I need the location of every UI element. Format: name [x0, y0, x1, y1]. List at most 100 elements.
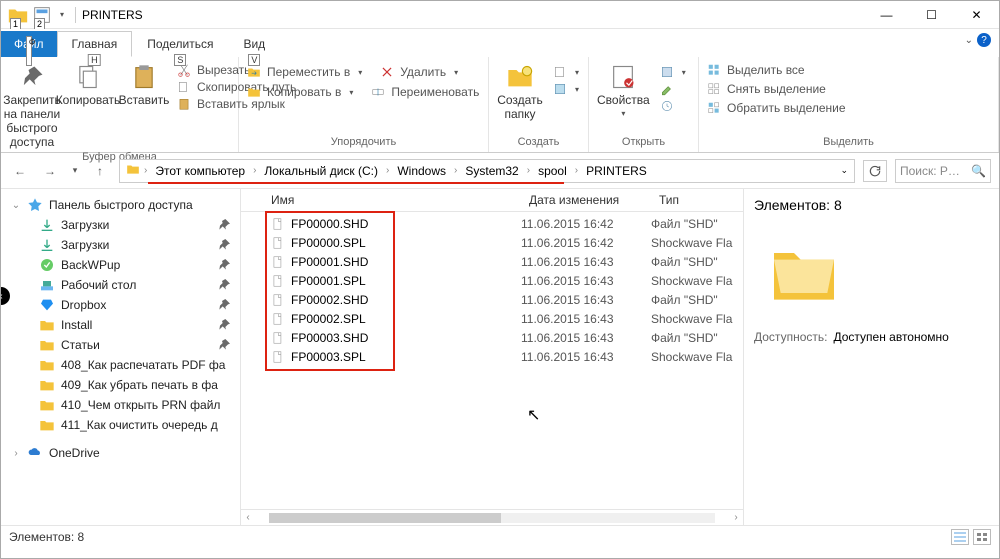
file-row[interactable]: FP00000.SHD 11.06.2015 16:42 Файл "SHD" [241, 214, 743, 233]
search-input[interactable]: Поиск: P… 🔍 [895, 159, 991, 183]
file-date: 11.06.2015 16:43 [521, 331, 651, 345]
view-details-icon[interactable] [951, 529, 969, 545]
select-all-button[interactable]: Выделить все [707, 63, 846, 77]
breadcrumb[interactable]: spool [532, 164, 573, 178]
forward-button[interactable]: → [39, 160, 61, 182]
sidebar-item[interactable]: 408_Как распечатать PDF фa [5, 355, 236, 375]
file-date: 11.06.2015 16:43 [521, 255, 651, 269]
availability-label: Доступность: [754, 330, 827, 344]
sidebar-item[interactable]: Статьи [5, 335, 236, 355]
sidebar-item-label: 408_Как распечатать PDF фa [61, 358, 225, 372]
group-organize-label: Упорядочить [247, 134, 480, 148]
back-button[interactable]: ← [9, 160, 31, 182]
horizontal-scrollbar[interactable]: ‹› [241, 509, 743, 525]
navigation-pane: ⌄ Панель быстрого доступа Загрузки Загру… [1, 189, 241, 525]
history-icon[interactable] [660, 99, 686, 113]
file-type: Shockwave Fla [651, 350, 735, 364]
maximize-button[interactable]: ☐ [909, 1, 954, 29]
cursor-icon: ↖ [527, 405, 540, 425]
sidebar-item-label: Install [61, 318, 92, 332]
breadcrumb[interactable]: System32 [459, 164, 524, 178]
details-pane: Элементов: 8 Доступность: Доступен автон… [743, 189, 999, 525]
address-bar[interactable]: › Этот компьютер› Локальный диск (C:)› W… [119, 159, 855, 183]
file-date: 11.06.2015 16:42 [521, 236, 651, 250]
recent-dropdown-icon[interactable]: ▾ [69, 160, 81, 182]
tab-home[interactable]: ГлавнаяH [57, 31, 133, 57]
sidebar-item[interactable]: Install [5, 315, 236, 335]
delete-button[interactable]: Удалить▾ [380, 65, 458, 79]
close-button[interactable]: ✕ [954, 1, 999, 29]
breadcrumb[interactable]: Windows [391, 164, 452, 178]
column-date[interactable]: Дата изменения [521, 189, 651, 211]
collapse-ribbon-icon[interactable]: ⌄ [965, 35, 973, 46]
deselect-button[interactable]: Снять выделение [707, 82, 846, 96]
sidebar-item[interactable]: 410_Чем открыть PRN файл [5, 395, 236, 415]
address-dropdown-icon[interactable]: ⌄ [840, 165, 848, 176]
column-type[interactable]: Тип [651, 189, 743, 211]
file-row[interactable]: FP00003.SPL 11.06.2015 16:43 Shockwave F… [241, 347, 743, 366]
new-folder-button[interactable]: Создать папку [497, 61, 543, 121]
status-bar: Элементов: 8 [1, 525, 999, 547]
file-type: Файл "SHD" [651, 293, 735, 307]
sidebar-item[interactable]: 409_Как убрать печать в фa [5, 375, 236, 395]
file-name: FP00000.SHD [291, 217, 368, 231]
sidebar-quick-access[interactable]: ⌄ Панель быстрого доступа [5, 195, 236, 215]
sidebar-item-label: Статьи [61, 338, 100, 352]
column-name[interactable]: Имя [241, 189, 521, 211]
file-date: 11.06.2015 16:43 [521, 312, 651, 326]
minimize-button[interactable]: — [864, 1, 909, 29]
sidebar-item[interactable]: BackWPup [5, 255, 236, 275]
large-folder-icon [754, 233, 854, 313]
file-type: Файл "SHD" [651, 331, 735, 345]
file-row[interactable]: FP00000.SPL 11.06.2015 16:42 Shockwave F… [241, 233, 743, 252]
sidebar-onedrive[interactable]: › OneDrive [5, 443, 236, 463]
invert-selection-button[interactable]: Обратить выделение [707, 101, 846, 115]
file-row[interactable]: FP00002.SPL 11.06.2015 16:43 Shockwave F… [241, 309, 743, 328]
file-date: 11.06.2015 16:43 [521, 293, 651, 307]
copy-to-button[interactable]: Копировать в▾ [247, 85, 353, 99]
paste-button[interactable]: Вставить [121, 61, 167, 107]
edit-icon[interactable] [660, 82, 686, 96]
easy-access-icon[interactable]: ▾ [553, 82, 579, 96]
qat-folder-icon[interactable]: 1 [7, 4, 29, 26]
status-item-count: Элементов: 8 [9, 530, 84, 544]
view-large-icons-icon[interactable] [973, 529, 991, 545]
availability-value: Доступен автономно [833, 330, 948, 344]
sidebar-item[interactable]: Загрузки [5, 235, 236, 255]
sidebar-item[interactable]: Загрузки [5, 215, 236, 235]
sidebar-item-label: 410_Чем открыть PRN файл [61, 398, 220, 412]
rename-button[interactable]: Переименовать [371, 85, 479, 99]
tab-file[interactable]: ФайлФ [1, 31, 57, 57]
tab-view[interactable]: ВидV [228, 31, 280, 57]
file-row[interactable]: FP00002.SHD 11.06.2015 16:43 Файл "SHD" [241, 290, 743, 309]
move-to-button[interactable]: Переместить в▾ [247, 65, 362, 79]
file-row[interactable]: FP00001.SPL 11.06.2015 16:43 Shockwave F… [241, 271, 743, 290]
sidebar-item[interactable]: 411_Как очистить очередь д [5, 415, 236, 435]
sidebar-item[interactable]: Dropbox [5, 295, 236, 315]
qat-properties-icon[interactable]: 2 [31, 4, 53, 26]
new-item-icon[interactable]: ▾ [553, 65, 579, 79]
breadcrumb[interactable]: Локальный диск (C:) [258, 164, 384, 178]
breadcrumb[interactable]: PRINTERS [580, 164, 653, 178]
refresh-button[interactable] [863, 160, 887, 182]
file-row[interactable]: FP00001.SHD 11.06.2015 16:43 Файл "SHD" [241, 252, 743, 271]
ribbon: Закрепить на панели быстрого доступа Коп… [1, 57, 999, 153]
copy-button[interactable]: Копировать [65, 61, 111, 107]
navigation-row: ← → ▾ ↑ › Этот компьютер› Локальный диск… [1, 153, 999, 189]
up-button[interactable]: ↑ [89, 160, 111, 182]
sidebar-item[interactable]: Рабочий стол [5, 275, 236, 295]
help-icon[interactable]: ? [977, 33, 991, 47]
tab-share[interactable]: ПоделитьсяS [132, 31, 228, 57]
file-date: 11.06.2015 16:43 [521, 350, 651, 364]
qat-dropdown-icon[interactable]: ▾ [55, 4, 69, 26]
file-name: FP00003.SPL [291, 350, 366, 364]
file-type: Shockwave Fla [651, 236, 735, 250]
breadcrumb[interactable]: Этот компьютер [149, 164, 251, 178]
file-list-pane: Имя Дата изменения Тип FP00000.SHD 11.06… [241, 189, 743, 525]
open-icon[interactable]: ▾ [660, 65, 686, 79]
file-row[interactable]: FP00003.SHD 11.06.2015 16:43 Файл "SHD" [241, 328, 743, 347]
sidebar-item-label: 409_Как убрать печать в фa [61, 378, 218, 392]
properties-button[interactable]: Свойства▾ [597, 61, 650, 118]
annotation-underline [148, 182, 564, 184]
pin-to-quick-access-button[interactable]: Закрепить на панели быстрого доступа [9, 61, 55, 149]
